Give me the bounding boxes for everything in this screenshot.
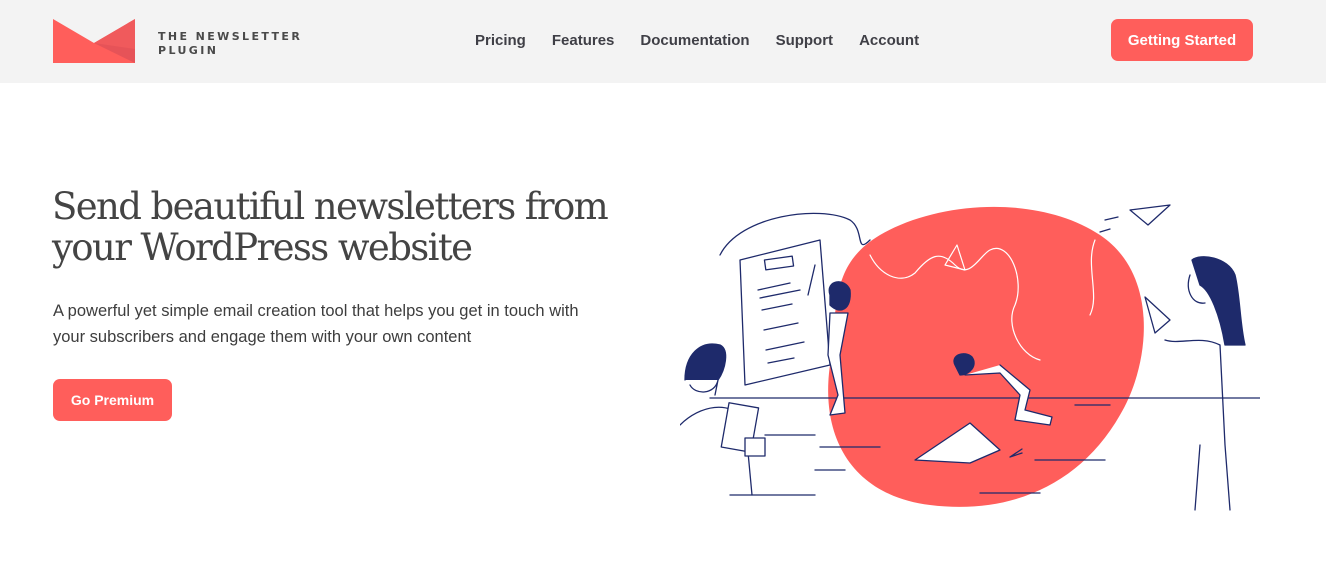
nav-pricing[interactable]: Pricing [475,31,526,51]
envelope-icon [53,19,135,63]
hero-title-line2: your WordPress website [52,226,473,269]
logo-link[interactable]: THE NEWSLETTER PLUGIN [53,19,300,63]
logo-text: THE NEWSLETTER PLUGIN [158,30,302,58]
hero-illustration [680,204,1260,511]
hero-title-line1: Send beautiful newsletters from [52,185,609,228]
hero-title: Send beautiful newsletters from your Wor… [52,186,672,268]
logo-text-line2: PLUGIN [158,44,219,57]
hero-subtitle: A powerful yet simple email creation too… [53,298,653,350]
getting-started-button[interactable]: Getting Started [1111,19,1253,61]
nav-account[interactable]: Account [859,31,919,51]
site-header: THE NEWSLETTER PLUGIN Pricing Features D… [0,0,1326,83]
main-nav: Pricing Features Documentation Support A… [475,31,945,51]
hero-subtitle-line1: A powerful yet simple email creation too… [53,302,579,320]
nav-documentation[interactable]: Documentation [640,31,749,51]
nav-support[interactable]: Support [776,31,834,51]
hero-subtitle-line2: your subscribers and engage them with yo… [53,328,472,346]
nav-features[interactable]: Features [552,31,615,51]
person-right [1144,256,1246,511]
red-blob [828,206,1144,507]
go-premium-button[interactable]: Go Premium [53,379,172,421]
paper-plane-top [1099,204,1171,233]
logo-text-line1: THE NEWSLETTER [158,30,303,43]
